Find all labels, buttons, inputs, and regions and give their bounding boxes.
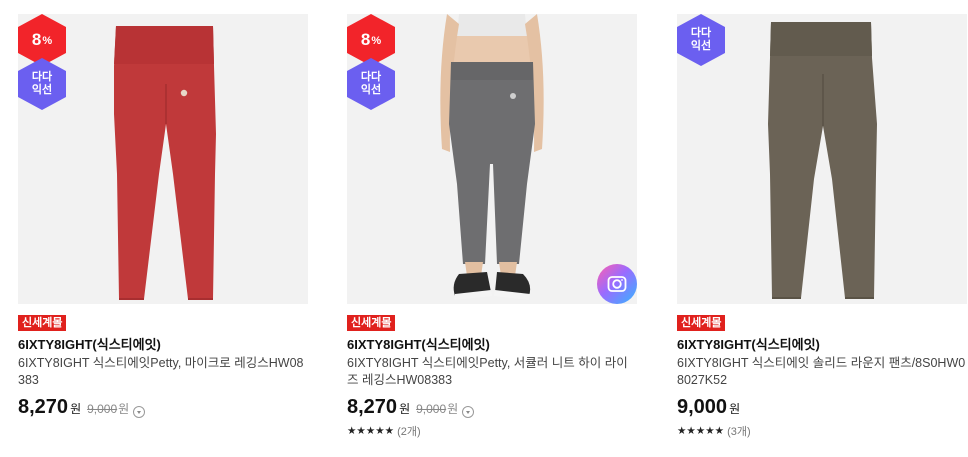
discount-unit: % bbox=[371, 35, 382, 48]
dada-badge-line1: 다다 bbox=[31, 71, 53, 84]
rating-row: ★★★★★ (3개) bbox=[677, 423, 967, 439]
camera-search-button[interactable] bbox=[597, 264, 637, 304]
sale-price: 8,270 bbox=[18, 396, 69, 418]
product-name[interactable]: 6IXTY8IGHT 식스티에잇Petty, 마이크로 레깅스HW08383 bbox=[18, 355, 308, 389]
gray-leggings-model-image bbox=[440, 14, 544, 300]
discount-value: 8 bbox=[31, 30, 42, 50]
dada-badge-line2: 익선 bbox=[31, 84, 53, 96]
dada-badge-line1: 다다 bbox=[360, 71, 382, 84]
khaki-lounge-pants-image bbox=[768, 22, 877, 299]
product-name[interactable]: 6IXTY8IGHT 식스티에잇Petty, 서큘러 니트 하이 라이즈 레깅스… bbox=[347, 355, 637, 389]
product-image[interactable]: 다다 익선 bbox=[677, 14, 967, 304]
star-rating: ★★★★★ bbox=[347, 425, 395, 437]
sale-price: 8,270 bbox=[347, 396, 398, 418]
review-count[interactable]: (2개) bbox=[397, 423, 421, 439]
brand-name[interactable]: 6IXTY8IGHT(식스티에잇) bbox=[347, 336, 637, 353]
original-price-unit: 원 bbox=[118, 402, 130, 416]
price-row: 8,270 원 9,000 원 bbox=[18, 396, 308, 419]
chevron-down-icon[interactable] bbox=[462, 406, 475, 418]
product-card[interactable]: 다다 익선 신세계몰 6IXTY8IGHT(식스티에잇) 6IXTY8IGHT … bbox=[677, 14, 967, 439]
mall-tag: 신세계몰 bbox=[347, 315, 396, 331]
discount-value: 8 bbox=[360, 30, 371, 50]
dada-badge-line2: 익선 bbox=[360, 84, 382, 96]
brand-name[interactable]: 6IXTY8IGHT(식스티에잇) bbox=[18, 336, 308, 353]
original-price: 9,000 bbox=[87, 402, 118, 416]
brand-name[interactable]: 6IXTY8IGHT(식스티에잇) bbox=[677, 336, 967, 353]
product-grid: 8% 다다 익선 신세계몰 6IXTY8IGHT(식스티에잇) 6IXTY8IG… bbox=[0, 0, 968, 457]
sale-price: 9,000 bbox=[677, 396, 728, 418]
review-count[interactable]: (3개) bbox=[727, 423, 751, 439]
discount-unit: % bbox=[42, 35, 53, 48]
price-row: 8,270 원 9,000 원 bbox=[347, 396, 637, 419]
chevron-down-icon[interactable] bbox=[133, 406, 146, 418]
price-unit: 원 bbox=[729, 402, 741, 416]
mall-tag: 신세계몰 bbox=[18, 315, 67, 331]
original-price: 9,000 bbox=[416, 402, 447, 416]
dada-badge-line1: 다다 bbox=[690, 27, 712, 40]
price-unit: 원 bbox=[70, 402, 82, 416]
mall-tag: 신세계몰 bbox=[677, 315, 726, 331]
original-price-unit: 원 bbox=[447, 402, 459, 416]
price-unit: 원 bbox=[399, 402, 411, 416]
rating-row: ★★★★★ (2개) bbox=[347, 423, 637, 439]
star-rating: ★★★★★ bbox=[677, 425, 725, 437]
product-image[interactable]: 8% 다다 익선 bbox=[347, 14, 637, 304]
dada-badge-line2: 익선 bbox=[690, 40, 712, 52]
product-name[interactable]: 6IXTY8IGHT 식스티에잇 솔리드 라운지 팬츠/8S0HW08027K5… bbox=[677, 355, 967, 389]
product-image[interactable]: 8% 다다 익선 bbox=[18, 14, 308, 304]
red-leggings-image bbox=[114, 26, 216, 300]
product-card[interactable]: 8% 다다 익선 신세계몰 6IXTY8IGHT(식스티에잇) 6IXTY8IG… bbox=[18, 14, 308, 419]
product-card[interactable]: 8% 다다 익선 신세계몰 6IXTY8IGHT(식스티에잇) 6IXTY8IG… bbox=[347, 14, 637, 439]
price-row: 9,000 원 bbox=[677, 396, 967, 419]
camera-search-icon bbox=[607, 276, 627, 292]
